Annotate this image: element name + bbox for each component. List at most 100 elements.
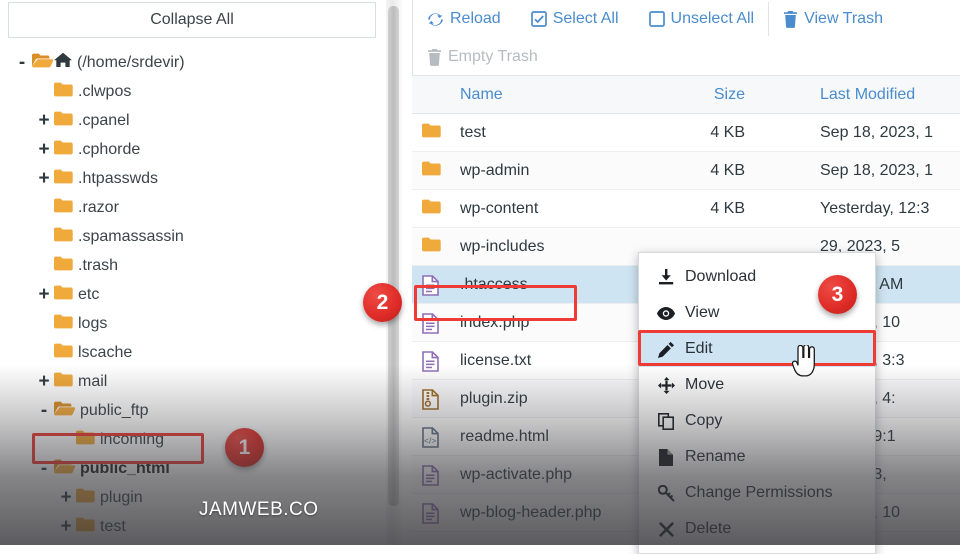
tree-item-cpanel[interactable]: + .cpanel (0, 106, 386, 135)
tree-item-label: logs (78, 314, 108, 332)
move-arrows-icon (657, 376, 675, 394)
tree-item-label: .spamassassin (78, 227, 184, 245)
tree-item-razor[interactable]: .razor (0, 193, 386, 222)
file-code-icon: </> (422, 427, 439, 453)
folder-tree: - (/home/srdevir) .clwpos + .cpanel + .cphorde… (0, 48, 386, 545)
collapse-icon[interactable]: - (36, 401, 52, 420)
toolbar-button-label: View Trash (804, 10, 883, 27)
expand-icon[interactable]: + (58, 488, 74, 507)
tree-item-label: .cphorde (78, 140, 141, 158)
expand-icon[interactable]: + (36, 140, 52, 159)
tree-item-mail[interactable]: + mail (0, 367, 386, 396)
tree-item-label: (/home/srdevir) (77, 53, 185, 71)
file-table-header: Name Size Last Modified (412, 76, 960, 114)
file-toolbar: Reload Select All Unselect All View Trash E… (412, 0, 960, 76)
folder-icon (54, 198, 73, 218)
toolbar-button-label: Empty Trash (448, 48, 538, 65)
tree-item-label: public_html (80, 459, 170, 477)
toolbar-button-label: Select All (552, 10, 619, 27)
collapse-icon[interactable]: - (36, 459, 52, 478)
table-row[interactable]: wp-admin 4 KB Sep 18, 2023, 1 (412, 152, 960, 190)
svg-text:</>: </> (424, 436, 436, 446)
file-name: wp-activate.php (460, 465, 573, 483)
file-text-icon (422, 313, 439, 339)
toolbar-button-reload[interactable]: Reload (427, 10, 501, 28)
menu-item-label: Rename (685, 448, 746, 465)
expand-icon[interactable]: + (58, 517, 74, 536)
menu-item-change-permissions[interactable]: Change Permissions (639, 475, 875, 511)
file-name: license.txt (460, 351, 532, 369)
trash-icon (427, 48, 442, 66)
tree-item-logs[interactable]: logs (0, 309, 386, 338)
tree-item-label: mail (78, 372, 108, 390)
collapse-all-button[interactable]: Collapse All (8, 2, 376, 38)
collapse-icon[interactable]: - (14, 53, 30, 72)
tree-item-clwpos[interactable]: .clwpos (0, 77, 386, 106)
folder-icon (422, 123, 441, 143)
tree-item-trash[interactable]: .trash (0, 251, 386, 280)
expand-icon[interactable]: + (36, 372, 52, 391)
folder-icon (54, 111, 73, 131)
tree-item-htpasswds[interactable]: + .htpasswds (0, 164, 386, 193)
tree-item-public-ftp[interactable]: - public_ftp (0, 396, 386, 425)
menu-item-label: Change Permissions (685, 484, 833, 501)
sidebar-scrollbar-thumb[interactable] (388, 6, 399, 506)
toolbar-button-unselect-all[interactable]: Unselect All (648, 10, 754, 28)
tree-item-test[interactable]: + test (0, 512, 386, 541)
checkbox-checked-icon (530, 11, 547, 27)
tree-item-label: .htpasswds (78, 169, 159, 187)
file-name: .htaccess (460, 275, 528, 293)
expand-icon[interactable]: + (36, 169, 52, 188)
menu-item-rename[interactable]: Rename (639, 439, 875, 475)
file-name: wp-admin (460, 161, 530, 179)
file-text-icon (422, 275, 439, 301)
menu-item-label: Download (685, 268, 757, 285)
folder-icon (54, 140, 73, 160)
column-header-name[interactable]: Name (460, 76, 503, 114)
tree-item-label: .razor (78, 198, 119, 216)
tree-item-plugin[interactable]: + plugin (0, 483, 386, 512)
menu-item-copy[interactable]: Copy (639, 403, 875, 439)
tree-item-label: plugin (100, 488, 143, 506)
tree-item-public-html[interactable]: - public_html (0, 454, 386, 483)
file-name: test (460, 123, 486, 141)
reload-icon (427, 11, 444, 28)
file-text-icon (422, 351, 439, 377)
menu-item-edit[interactable]: Edit (639, 331, 875, 367)
trash-icon (783, 10, 798, 28)
folder-icon (54, 285, 73, 305)
copy-icon (657, 412, 675, 430)
tree-item-wp-admin[interactable]: +wp-admin (0, 541, 386, 545)
tree-item-cphorde[interactable]: + .cphorde (0, 135, 386, 164)
toolbar-button-view-trash[interactable]: View Trash (783, 10, 883, 28)
page-icon (657, 448, 675, 466)
key-icon (657, 484, 675, 502)
column-header-last-modified[interactable]: Last Modified (820, 76, 915, 114)
step-badge-1: 1 (225, 428, 264, 467)
step-badge-2: 2 (363, 283, 402, 322)
expand-icon[interactable]: + (36, 111, 52, 130)
toolbar-button-select-all[interactable]: Select All (530, 10, 619, 28)
tree-item-lscache[interactable]: lscache (0, 338, 386, 367)
tree-item-etc[interactable]: + etc (0, 280, 386, 309)
column-header-size[interactable]: Size (714, 76, 745, 114)
table-row[interactable]: wp-content 4 KB Yesterday, 12:3 (412, 190, 960, 228)
mouse-cursor-pointer-icon (791, 343, 818, 382)
menu-item-delete[interactable]: Delete (639, 511, 875, 547)
expand-icon[interactable]: + (36, 285, 52, 304)
sidebar-scrollbar[interactable] (386, 0, 402, 545)
file-last-modified: Sep 18, 2023, 1 (820, 123, 933, 141)
folder-open-icon (54, 401, 76, 421)
tree-item-home-srdevir[interactable]: - (/home/srdevir) (0, 48, 386, 77)
x-mark-icon (657, 521, 675, 537)
toolbar-row-primary: Reload Select All Unselect All View Trash (413, 0, 883, 38)
table-row[interactable]: test 4 KB Sep 18, 2023, 1 (412, 114, 960, 152)
tree-item-spamassassin[interactable]: .spamassassin (0, 222, 386, 251)
file-last-modified: Sep 18, 2023, 1 (820, 161, 933, 179)
file-size: 4 KB (710, 123, 745, 141)
tree-item-label: test (100, 517, 126, 535)
tree-item-incoming[interactable]: incoming (0, 425, 386, 454)
file-name: readme.html (460, 427, 549, 445)
menu-item-move[interactable]: Move (639, 367, 875, 403)
folder-open-icon (54, 459, 76, 479)
